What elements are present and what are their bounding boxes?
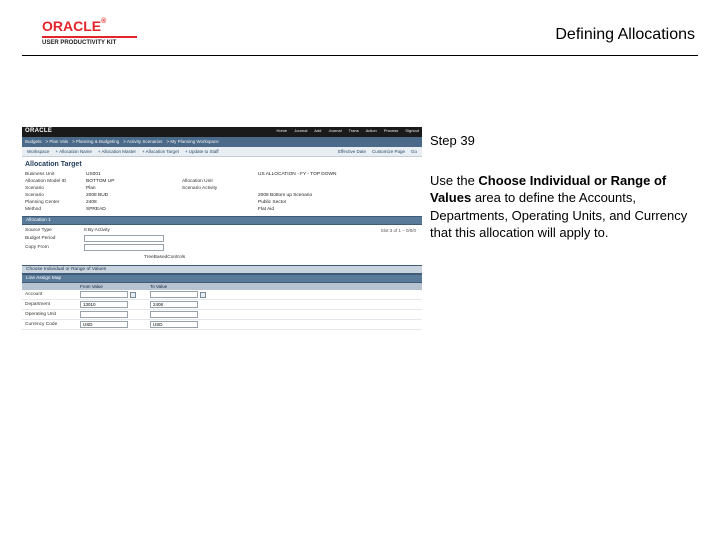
breadcrumb: Budgets> Plan Vals> Planning & Budgeting…	[22, 137, 422, 147]
tree-controls-link[interactable]: TreeBasedControls	[144, 255, 164, 260]
kv4-v2: Public Sector	[258, 200, 368, 205]
menu-add-journal[interactable]: Add Journal Trans	[314, 128, 358, 133]
menu-action-process[interactable]: Action Process	[366, 128, 399, 133]
copy-from-input[interactable]	[84, 244, 164, 251]
section-allocation-target: Allocation Target	[22, 157, 422, 170]
oracle-logo: ORACLE®	[42, 18, 137, 34]
header-rule	[22, 55, 698, 56]
tab-alloc-target[interactable]: + Allocation Target	[142, 147, 179, 156]
instruction-panel: Step 39 Use the Choose Individual or Ran…	[430, 132, 695, 242]
menu-signout[interactable]: Signout	[405, 128, 419, 133]
oracle-app-bar: ORACLE Home Journal Add Journal Trans Ac…	[22, 127, 422, 137]
step-label: Step 39	[430, 132, 695, 150]
header-keyvals: Business Unit US001 US ALLOCATION - FY - T…	[22, 170, 422, 216]
operating-unit-from-input[interactable]	[80, 311, 128, 318]
copy-from-label: Copy From	[25, 245, 80, 250]
lov-icon[interactable]	[200, 292, 206, 298]
kv0-v: US001	[86, 172, 176, 177]
kv0-v2: US ALLOCATION - FY - TOP DOWN	[258, 172, 368, 177]
page-header: ORACLE® USER PRODUCTIVITY KIT Defining A…	[0, 18, 720, 60]
department-to-input[interactable]	[150, 301, 198, 308]
kv3-v2: 2008 Bottom up Scenario	[258, 193, 368, 198]
range-row-operating-unit: Operating Unit	[22, 310, 422, 320]
slot-counter: Slot 3 of 1 – 0/0/0	[381, 228, 416, 233]
crumb-1[interactable]: Plan Vals	[49, 139, 68, 144]
kv1-l: Allocation Model ID	[25, 179, 80, 184]
rh-to: To Value	[150, 284, 220, 289]
oracle-app-brand: ORACLE	[25, 128, 52, 134]
link-go[interactable]: Go	[411, 147, 417, 156]
kv3-l2	[182, 193, 252, 198]
kv4-v: 2408	[86, 200, 176, 205]
app-screenshot: ORACLE Home Journal Add Journal Trans Ac…	[22, 127, 422, 377]
oracle-logo-text: ORACLE	[42, 18, 101, 34]
kv5-l2	[182, 207, 252, 212]
allocation-fields-pane: Slot 3 of 1 – 0/0/0 Source Type It By Ac…	[22, 225, 422, 265]
allocation-header-bar[interactable]: Allocation 1	[22, 216, 422, 225]
kv2-l: Scenario	[25, 186, 80, 191]
department-from-input[interactable]	[80, 301, 128, 308]
range-label-operating-unit: Operating Unit	[25, 312, 80, 317]
budget-period-label: Budget Period	[25, 236, 80, 241]
rh-blank	[25, 284, 80, 289]
crumb-2[interactable]: Planning & Budgeting	[76, 139, 119, 144]
tab-alloc-master[interactable]: + Allocation Master	[98, 147, 136, 156]
link-customize-page[interactable]: Customize Page	[372, 147, 405, 156]
kv3-l: Scenario	[25, 193, 80, 198]
tab-alloc-name[interactable]: + Allocation Name	[55, 147, 91, 156]
kv1-v: BOTTOM UP	[86, 179, 176, 184]
account-to-input[interactable]	[150, 291, 198, 298]
rh-from: From Value	[80, 284, 150, 289]
crumb-0[interactable]: Budgets	[25, 139, 42, 144]
crumb-3[interactable]: Activity Scenarios	[127, 139, 163, 144]
budget-period-input[interactable]	[84, 235, 164, 242]
link-effective-date[interactable]: Effective Date	[338, 147, 366, 156]
range-row-department: Department	[22, 300, 422, 310]
currency-to-input[interactable]	[150, 321, 198, 328]
source-type-value: It By Activity	[84, 228, 164, 233]
kv0-l2	[182, 172, 252, 177]
currency-from-input[interactable]	[80, 321, 128, 328]
instruction-body-prefix: Use the	[430, 173, 478, 188]
tab-update-staff[interactable]: + Update to Staff	[185, 147, 219, 156]
tab-workspace[interactable]: Workspace	[27, 147, 49, 156]
registered-mark: ®	[101, 18, 106, 25]
app-top-menu: Home Journal Add Journal Trans Action Pr…	[276, 128, 419, 133]
kv2-v: Plan	[86, 186, 176, 191]
kv5-l: Method	[25, 207, 80, 212]
range-row-currency: Currency Code	[22, 320, 422, 330]
kv0-l: Business Unit	[25, 172, 80, 177]
crumb-4[interactable]: My Planning Workspace	[170, 139, 218, 144]
kv5-v: SPREAD	[86, 207, 176, 212]
kv4-l: Planning Center	[25, 200, 80, 205]
kv2-v2	[258, 186, 368, 191]
logo-underline	[42, 36, 137, 38]
page-title: Defining Allocations	[555, 26, 695, 44]
kv3-v: 2008 BUD	[86, 193, 176, 198]
range-label-currency: Currency Code	[25, 322, 80, 327]
workspace-tabs: Workspace + Allocation Name + Allocation…	[22, 147, 422, 157]
kv1-v2	[258, 179, 368, 184]
choose-range-bar[interactable]: Choose Individual or Range of Values	[22, 265, 422, 274]
kv4-l2	[182, 200, 252, 205]
operating-unit-to-input[interactable]	[150, 311, 198, 318]
oracle-logo-block: ORACLE® USER PRODUCTIVITY KIT	[42, 18, 137, 46]
source-type-label: Source Type	[25, 228, 80, 233]
account-from-input[interactable]	[80, 291, 128, 298]
line-assign-map-bar[interactable]: Line Assign Map	[22, 274, 422, 283]
instruction-body: Use the Choose Individual or Range of Va…	[430, 172, 695, 242]
upk-subtitle: USER PRODUCTIVITY KIT	[42, 40, 137, 46]
range-row-account: Account	[22, 290, 422, 300]
kv2-l2: Scenario Activity	[182, 186, 252, 191]
kv1-l2: Allocation Unit	[182, 179, 252, 184]
menu-journal[interactable]: Journal	[294, 128, 307, 133]
range-label-department: Department	[25, 302, 80, 307]
kv5-v2: Flat Aid	[258, 207, 368, 212]
menu-home[interactable]: Home	[276, 128, 287, 133]
range-label-account: Account	[25, 292, 80, 297]
lov-icon[interactable]	[130, 292, 136, 298]
range-table-head: From Value To Value	[22, 283, 422, 290]
